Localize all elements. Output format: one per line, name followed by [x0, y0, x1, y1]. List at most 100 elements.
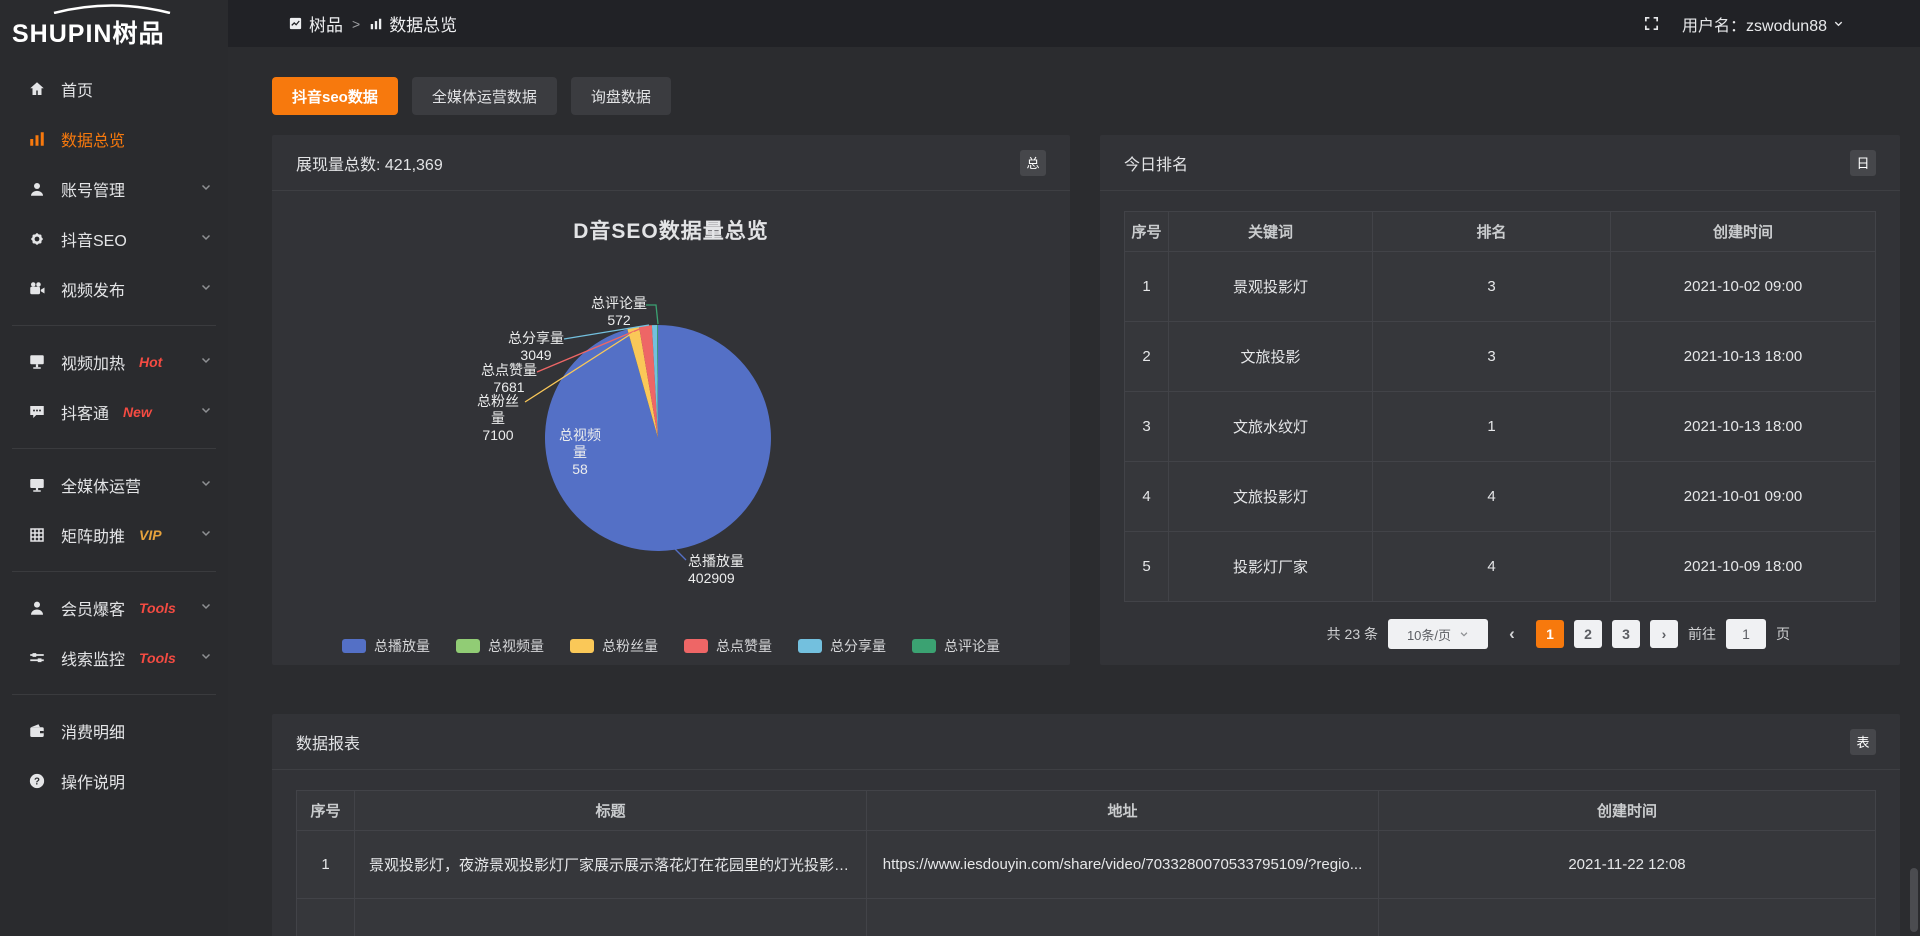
table-header-row: 序号 标题 地址 创建时间	[297, 791, 1876, 831]
sidebar-item-matrix-boost[interactable]: 矩阵助推 VIP	[0, 510, 228, 560]
fullscreen-icon[interactable]	[1643, 15, 1660, 32]
sidebar-item-label: 账号管理	[61, 177, 125, 201]
table-row: 2 文旅投影 3 2021-10-13 18:00	[1125, 322, 1876, 392]
ranking-panel: 今日排名 日 序号 关键词 排名 创建时间	[1100, 135, 1900, 665]
ranking-panel-title: 今日排名	[1124, 151, 1188, 175]
chevron-down-icon	[200, 599, 212, 617]
sidebar-item-data-overview[interactable]: 数据总览	[0, 114, 228, 164]
user-menu[interactable]: 用户名：zswodun88	[1682, 12, 1844, 36]
tab-inquiry-data[interactable]: 询盘数据	[571, 77, 671, 115]
page-size-select[interactable]: 10条/页	[1388, 619, 1488, 649]
prev-page-button[interactable]: ‹	[1498, 620, 1526, 648]
page-button-2[interactable]: 2	[1574, 620, 1602, 648]
sidebar-item-label: 操作说明	[61, 769, 125, 793]
legend-item[interactable]: 总分享量	[798, 636, 886, 656]
pie-label-fans: 总粉丝量7100	[471, 393, 525, 444]
legend-label: 总分享量	[830, 636, 886, 656]
sidebar-divider	[12, 448, 216, 449]
sidebar-item-label: 线索监控	[61, 646, 125, 670]
total-toggle-button[interactable]: 总	[1020, 150, 1046, 176]
cell-rank: 4	[1373, 532, 1611, 602]
sliders-icon	[28, 649, 46, 667]
sidebar-item-account[interactable]: 账号管理	[0, 164, 228, 214]
logo-arc-icon	[52, 4, 172, 14]
user-icon	[28, 180, 46, 198]
sidebar-menu: 首页 数据总览 账号管理 抖音SEO 视频发布	[0, 56, 228, 806]
gear-icon	[28, 230, 46, 248]
page-unit-label: 页	[1776, 624, 1790, 644]
cell-no: 1	[1125, 252, 1169, 322]
cell-time: 2021-10-09 18:00	[1611, 532, 1876, 602]
sidebar-item-video-heat[interactable]: 视频加热 Hot	[0, 337, 228, 387]
pagination-total: 共 23 条	[1327, 624, 1378, 644]
cell-time: 2021-10-02 09:00	[1611, 252, 1876, 322]
sidebar: SHUPIN树品 首页 数据总览 账号管理 抖音SEO	[0, 0, 228, 936]
chevron-down-icon	[200, 280, 212, 298]
logo-text: SHUPIN树品	[12, 20, 164, 48]
chart-legend: 总播放量 总视频量 总粉丝量 总点赞量 总分享量 总评论量	[272, 636, 1070, 656]
day-toggle-button[interactable]: 日	[1850, 150, 1876, 176]
cell-time: 2021-10-01 09:00	[1611, 462, 1876, 532]
sidebar-item-label: 全媒体运营	[61, 473, 141, 497]
legend-label: 总粉丝量	[602, 636, 658, 656]
cell-url-link[interactable]: https://www.iesdouyin.com/share/video/70…	[867, 831, 1379, 899]
sidebar-divider	[12, 325, 216, 326]
tab-douyin-seo-data[interactable]: 抖音seo数据	[272, 77, 398, 115]
legend-item[interactable]: 总粉丝量	[570, 636, 658, 656]
col-time: 创建时间	[1379, 791, 1876, 831]
table-toggle-button[interactable]: 表	[1850, 729, 1876, 755]
chart-bar-icon	[28, 130, 46, 148]
svg-text:?: ?	[34, 776, 40, 787]
legend-item[interactable]: 总视频量	[456, 636, 544, 656]
table-row: 5 投影灯厂家 4 2021-10-09 18:00	[1125, 532, 1876, 602]
report-panel-title: 数据报表	[296, 730, 360, 754]
page-button-3[interactable]: 3	[1612, 620, 1640, 648]
col-time: 创建时间	[1611, 212, 1876, 252]
legend-item[interactable]: 总点赞量	[684, 636, 772, 656]
app: SHUPIN树品 首页 数据总览 账号管理 抖音SEO	[0, 0, 1920, 936]
legend-label: 总评论量	[944, 636, 1000, 656]
breadcrumb-separator: >	[352, 16, 360, 32]
sidebar-item-doketong[interactable]: 抖客通 New	[0, 387, 228, 437]
chevron-down-icon	[200, 180, 212, 198]
overview-panel: 展现量总数: 421,369 总 D音SEO数据量总览 总评论量572	[272, 135, 1070, 665]
breadcrumb-home[interactable]: 树品	[288, 11, 343, 36]
tab-omni-media-data[interactable]: 全媒体运营数据	[412, 77, 557, 115]
legend-swatch	[912, 639, 936, 653]
sidebar-item-douyin-seo[interactable]: 抖音SEO	[0, 214, 228, 264]
sidebar-item-video-publish[interactable]: 视频发布	[0, 264, 228, 314]
goto-label: 前往	[1688, 624, 1716, 644]
cell-no: 5	[1125, 532, 1169, 602]
cell-keyword: 文旅投影	[1169, 322, 1373, 392]
sidebar-item-lead-monitor[interactable]: 线索监控 Tools	[0, 633, 228, 683]
legend-item[interactable]: 总播放量	[342, 636, 430, 656]
hot-badge: Hot	[139, 354, 162, 370]
tools-badge: Tools	[139, 650, 176, 666]
breadcrumb: 树品 > 数据总览	[288, 11, 457, 36]
sidebar-item-help[interactable]: ? 操作说明	[0, 756, 228, 806]
sidebar-item-home[interactable]: 首页	[0, 64, 228, 114]
sidebar-item-spend-detail[interactable]: 消费明细	[0, 706, 228, 756]
vertical-scrollbar-thumb[interactable]	[1910, 868, 1918, 932]
cell-title	[355, 899, 867, 936]
next-page-button[interactable]: ›	[1650, 620, 1678, 648]
sidebar-item-omni-media[interactable]: 全媒体运营	[0, 460, 228, 510]
legend-label: 总视频量	[488, 636, 544, 656]
sidebar-item-label: 消费明细	[61, 719, 125, 743]
cell-no: 4	[1125, 462, 1169, 532]
sidebar-item-member-leads[interactable]: 会员爆客 Tools	[0, 583, 228, 633]
report-table: 序号 标题 地址 创建时间 1 景观投影灯，夜游景观投影灯厂家展示展示落花灯在花…	[296, 790, 1876, 936]
goto-page-input[interactable]	[1726, 619, 1766, 649]
logo[interactable]: SHUPIN树品	[0, 0, 228, 56]
sidebar-item-label: 视频加热	[61, 350, 125, 374]
legend-item[interactable]: 总评论量	[912, 636, 1000, 656]
screen-play-icon	[28, 353, 46, 371]
chevron-down-icon	[200, 403, 212, 421]
legend-swatch	[798, 639, 822, 653]
chat-icon	[28, 403, 46, 421]
top-header: 树品 > 数据总览 用户名：zswodun88	[228, 0, 1920, 47]
table-row: 1 景观投影灯，夜游景观投影灯厂家展示展示落花灯在花园里的灯光投影应用效果 # …	[297, 831, 1876, 899]
page-button-1[interactable]: 1	[1536, 620, 1564, 648]
table-row: 4 文旅投影灯 4 2021-10-01 09:00	[1125, 462, 1876, 532]
username-label: 用户名：zswodun88	[1682, 12, 1827, 36]
